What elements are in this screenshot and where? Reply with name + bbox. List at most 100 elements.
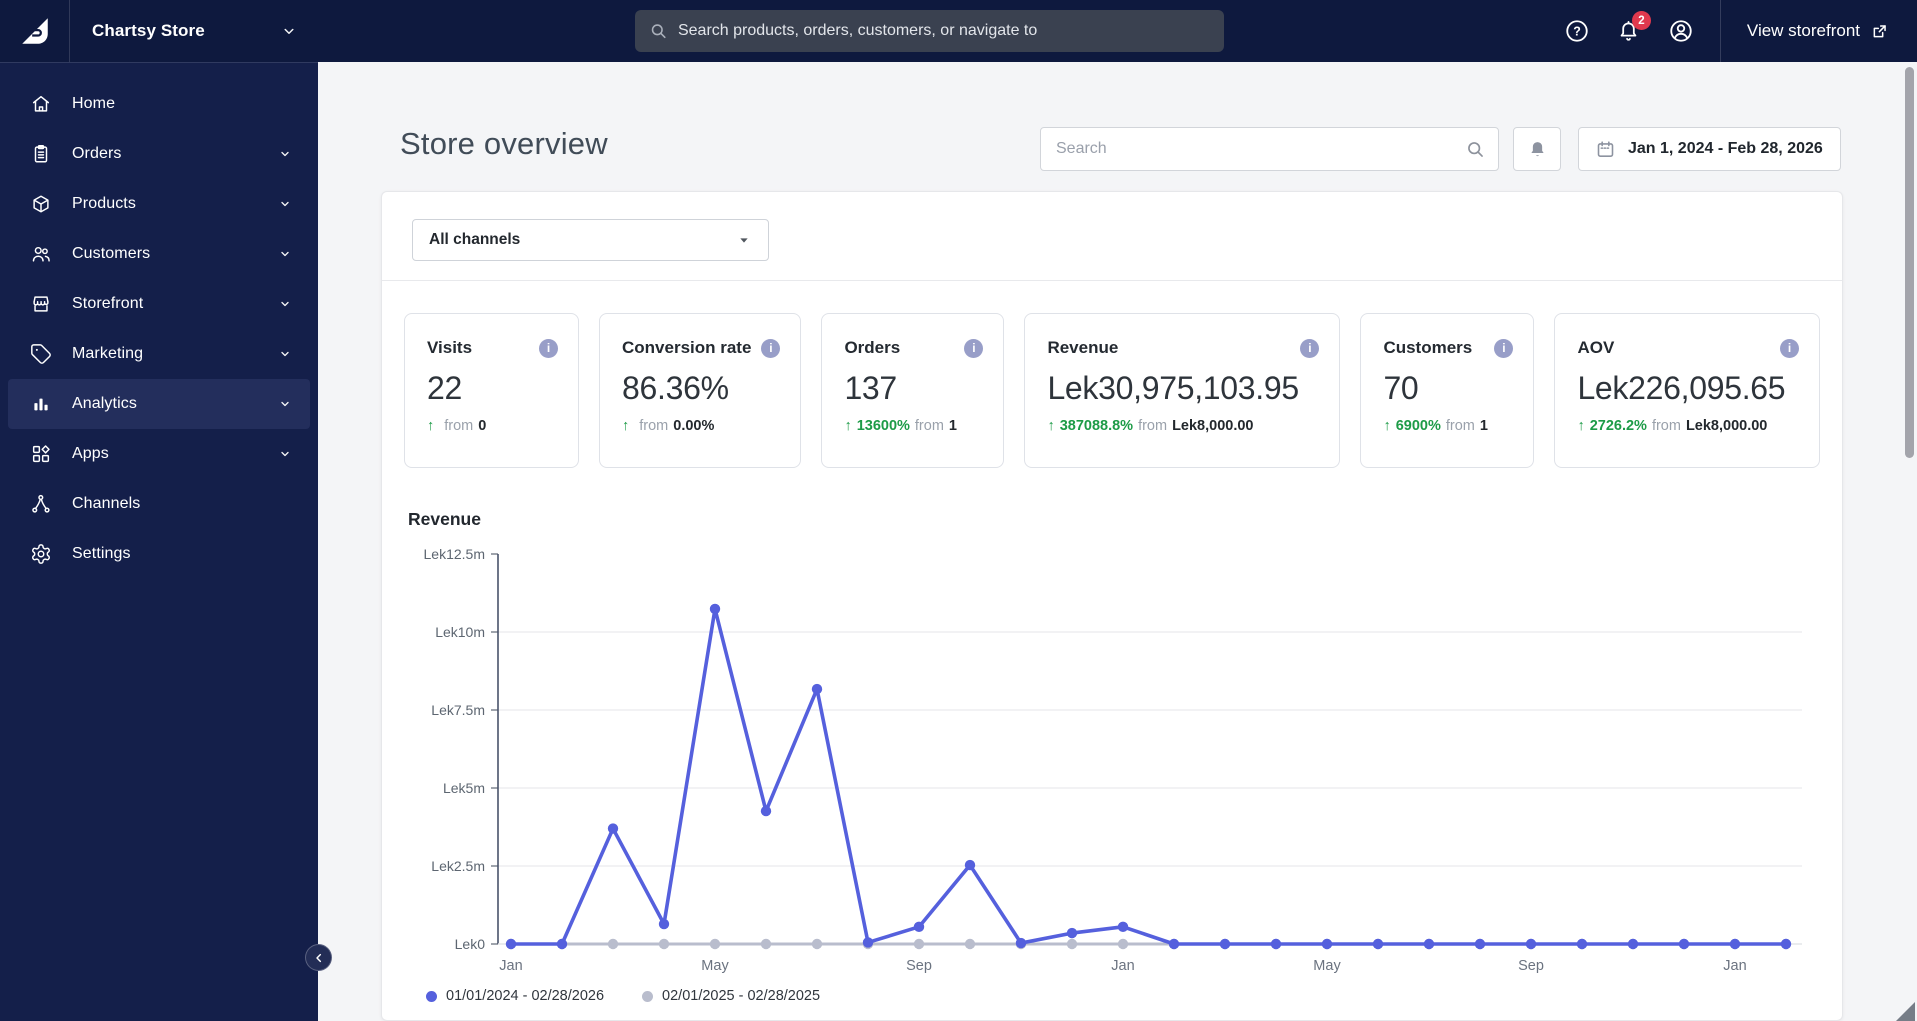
stat-cards-row: Visits i 22 ↑ from 0 Conversion rate i 86.36… [382, 313, 1842, 468]
stat-previous: Lek8,000.00 [1172, 418, 1254, 434]
svg-text:Lek7.5m: Lek7.5m [431, 702, 485, 718]
legend-item-comparison-period[interactable]: 02/01/2025 - 02/28/2025 [642, 988, 820, 1004]
info-icon[interactable]: i [539, 338, 558, 358]
sidebar-item-label: Analytics [72, 395, 137, 412]
stat-delta: 13600% [856, 418, 910, 434]
global-search-input[interactable] [677, 22, 1210, 40]
account-button[interactable] [1668, 18, 1694, 44]
from-label: from [639, 418, 669, 434]
svg-text:Lek0: Lek0 [455, 936, 486, 952]
sidebar-item-label: Apps [72, 445, 109, 462]
panel-divider [382, 280, 1842, 281]
bigcommerce-logo[interactable] [0, 0, 70, 62]
arrow-up-icon: ↑ [427, 418, 435, 434]
stat-value: Lek226,095.65 [1577, 370, 1786, 406]
stat-card-conversion-rate: Conversion rate i 86.36% ↑ from 0.00% [599, 313, 802, 468]
legend-label: 01/01/2024 - 02/28/2026 [446, 988, 605, 1004]
sidebar-item-channels[interactable]: Channels [8, 479, 310, 529]
sidebar-item-label: Marketing [72, 345, 144, 362]
chart-title: Revenue [408, 509, 481, 529]
external-link-icon [1873, 24, 1886, 37]
legend-dot-gray [642, 990, 654, 1002]
channel-select-value: All channels [429, 231, 521, 248]
info-icon[interactable]: i [761, 338, 781, 358]
sidebar-item-customers[interactable]: Customers [8, 229, 310, 279]
sidebar-item-apps[interactable]: Apps [8, 429, 310, 479]
channels-icon [30, 493, 52, 515]
stat-previous: 0.00% [673, 418, 715, 434]
svg-text:May: May [701, 958, 729, 974]
overview-search-input[interactable] [1056, 140, 1465, 158]
sidebar-item-marketing[interactable]: Marketing [8, 329, 310, 379]
calendar-icon [1597, 140, 1614, 157]
chevron-down-icon [281, 201, 289, 207]
arrow-up-icon: ↑ [1047, 418, 1055, 434]
svg-text:Lek5m: Lek5m [443, 780, 485, 796]
stat-previous: 1 [948, 418, 957, 434]
svg-text:Lek12.5m: Lek12.5m [424, 546, 485, 562]
chevron-down-icon [281, 451, 289, 457]
search-icon [1468, 141, 1483, 157]
sidebar-item-label: Settings [72, 545, 131, 562]
svg-text:Jan: Jan [1111, 958, 1134, 974]
info-icon[interactable]: i [964, 338, 984, 358]
sidebar-item-label: Products [72, 195, 136, 212]
stat-card-customers: Customers i 70 ↑ 6900% from 1 [1360, 313, 1535, 468]
orders-icon [30, 143, 52, 165]
arrow-up-icon: ↑ [1577, 418, 1585, 434]
sidebar: Home Orders Products Customers Storefron… [0, 62, 318, 1021]
stat-card-orders: Orders i 137 ↑ 13600% from 1 [821, 313, 1005, 468]
svg-text:Lek2.5m: Lek2.5m [431, 858, 485, 874]
marketing-icon [30, 343, 52, 365]
stat-card-visits: Visits i 22 ↑ from 0 [404, 313, 579, 468]
topbar-divider [1719, 0, 1721, 62]
info-icon[interactable]: i [1780, 338, 1799, 358]
search-icon [651, 24, 666, 39]
sidebar-item-home[interactable]: Home [8, 79, 310, 129]
help-button[interactable]: ? [1564, 18, 1590, 44]
bell-icon [1530, 141, 1544, 156]
sidebar-item-label: Channels [72, 495, 141, 512]
global-search[interactable] [635, 10, 1224, 52]
notifications-button[interactable]: 2 [1616, 11, 1651, 44]
sidebar-item-products[interactable]: Products [8, 179, 310, 229]
sidebar-item-label: Customers [72, 245, 151, 262]
stat-previous: 1 [1479, 418, 1488, 434]
date-range-button[interactable]: Jan 1, 2024 - Feb 28, 2026 [1578, 127, 1841, 171]
customers-icon [30, 243, 52, 265]
overview-search[interactable] [1040, 127, 1499, 171]
legend-item-current-period[interactable]: 01/01/2024 - 02/28/2026 [426, 988, 604, 1004]
sidebar-item-label: Home [72, 95, 116, 112]
sidebar-item-storefront[interactable]: Storefront [8, 279, 310, 329]
legend-label: 02/01/2025 - 02/28/2025 [662, 988, 821, 1004]
stat-label: Orders [844, 338, 901, 357]
stat-label: Revenue [1047, 338, 1119, 357]
view-storefront-link[interactable]: View storefront [1747, 21, 1889, 41]
sidebar-item-settings[interactable]: Settings [8, 529, 310, 579]
from-label: from [1651, 418, 1681, 434]
brand-logo-icon [21, 18, 48, 44]
stat-label: Visits [427, 338, 473, 357]
products-icon [30, 193, 52, 215]
alerts-button[interactable] [1513, 127, 1561, 171]
store-name: Chartsy Store [92, 21, 205, 40]
channel-select[interactable]: All channels [412, 219, 769, 261]
stat-card-aov: AOV i Lek226,095.65 ↑ 2726.2% from Lek8,000.… [1554, 313, 1820, 468]
store-switcher[interactable]: Chartsy Store [70, 0, 318, 62]
info-icon[interactable]: i [1494, 338, 1514, 358]
sidebar-item-label: Storefront [72, 295, 144, 312]
vertical-scrollbar[interactable] [1905, 67, 1914, 458]
info-icon[interactable]: i [1300, 338, 1320, 358]
stat-value: 137 [844, 370, 897, 406]
sidebar-item-analytics[interactable]: Analytics [8, 379, 310, 429]
sidebar-item-orders[interactable]: Orders [8, 129, 310, 179]
chevron-down-icon [281, 401, 289, 407]
overview-panel: All channels Visits i 22 ↑ from 0 Conversio… [381, 191, 1843, 1021]
sidebar-collapse-button[interactable] [305, 944, 332, 971]
chevron-down-icon [281, 351, 289, 357]
stat-previous: 0 [478, 418, 487, 434]
view-storefront-label: View storefront [1746, 21, 1860, 40]
stat-label: Conversion rate [622, 338, 752, 357]
storefront-icon [30, 293, 52, 315]
svg-text:May: May [1313, 958, 1341, 974]
